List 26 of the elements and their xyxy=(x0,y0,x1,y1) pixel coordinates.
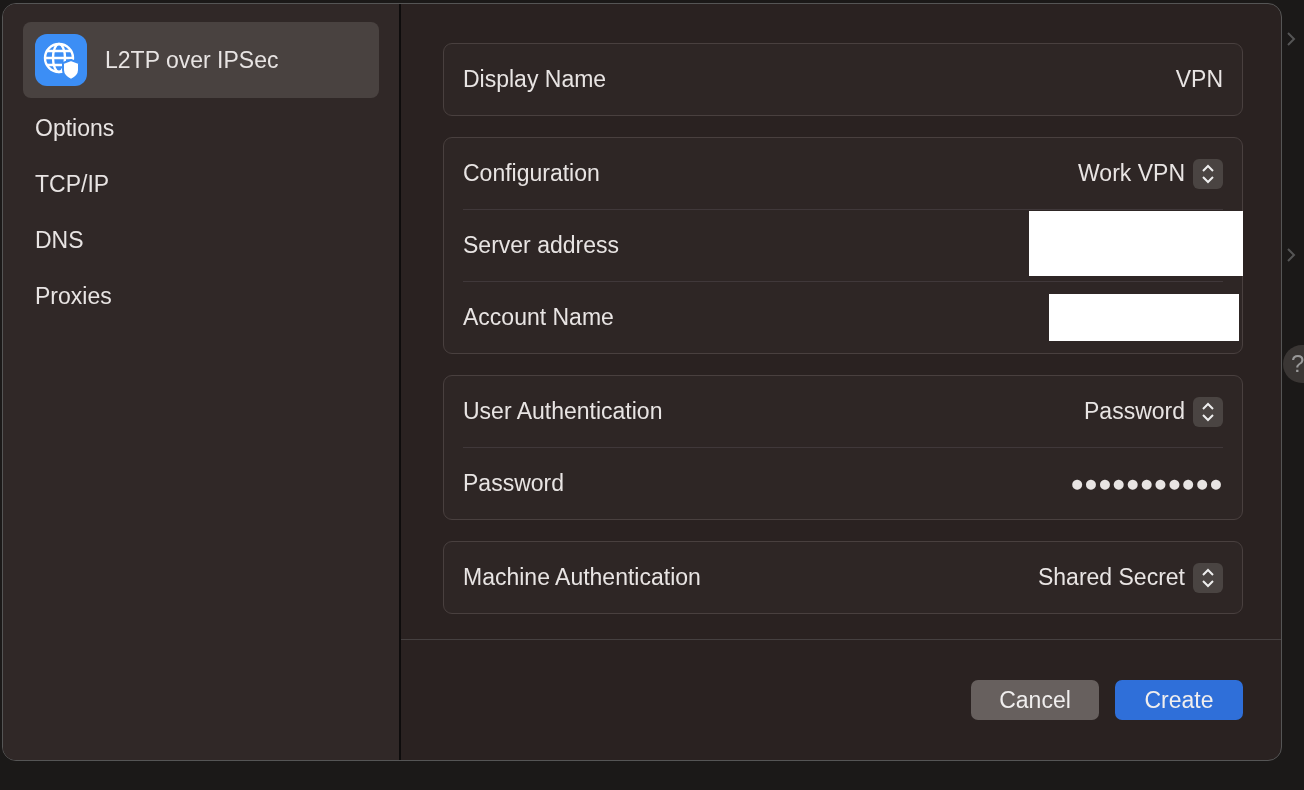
create-button[interactable]: Create xyxy=(1115,680,1243,720)
popup-menu[interactable]: Work VPN xyxy=(1078,158,1223,189)
field-label: Display Name xyxy=(463,66,607,93)
field-label: Configuration xyxy=(463,160,600,187)
help-button[interactable]: ? xyxy=(1283,345,1304,383)
up-down-chevron-icon xyxy=(1193,158,1223,189)
up-down-chevron-icon xyxy=(1193,396,1223,427)
field-value: VPN xyxy=(1175,66,1223,93)
chevron-right-icon xyxy=(1286,31,1296,47)
field-label: Machine Authentication xyxy=(463,564,701,591)
field-label: Password xyxy=(463,470,564,497)
popup-menu[interactable]: Password xyxy=(1084,396,1223,427)
sidebar-item[interactable]: Proxies xyxy=(23,268,379,324)
field-label: User Authentication xyxy=(463,398,663,425)
cancel-button[interactable]: Cancel xyxy=(971,680,1099,720)
sidebar-item[interactable]: L2TP over IPSec xyxy=(23,22,379,98)
popup-menu[interactable]: Shared Secret xyxy=(1037,562,1223,593)
field-value: ●●●●●●●●●●● xyxy=(1070,470,1223,497)
chevron-right-icon xyxy=(1286,247,1296,263)
sidebar-item[interactable]: DNS xyxy=(23,212,379,268)
globe-shield-icon xyxy=(35,34,87,86)
sidebar-item[interactable]: Options xyxy=(23,100,379,156)
up-down-chevron-icon xyxy=(1193,562,1223,593)
field-label: Account Name xyxy=(463,304,614,331)
field-label: Server address xyxy=(463,232,619,259)
sidebar-item[interactable]: TCP/IP xyxy=(23,156,379,212)
